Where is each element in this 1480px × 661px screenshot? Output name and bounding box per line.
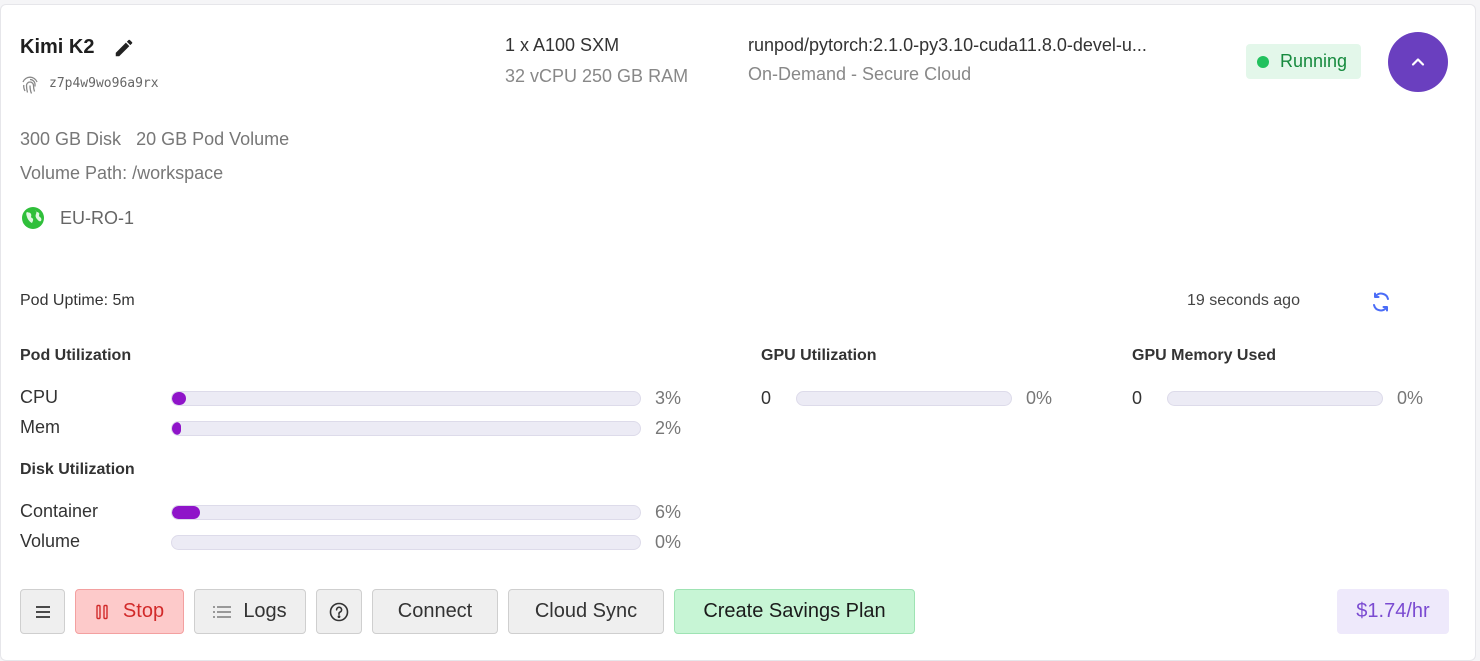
gpu-mem-percent: 0%: [1397, 388, 1424, 408]
help-icon: [329, 602, 349, 621]
pod-id[interactable]: z7p4w9wo96a9rx: [49, 76, 159, 91]
pod-uptime: Pod Uptime: 5m: [20, 292, 135, 309]
menu-icon: [35, 605, 50, 618]
status-label: Running: [1280, 51, 1348, 71]
volume-label: Volume: [20, 531, 81, 551]
gpu-util-label: 0: [761, 388, 772, 408]
cpu-label: CPU: [20, 387, 59, 407]
cloud-type: On-Demand - Secure Cloud: [748, 64, 972, 84]
region: EU-RO-1: [60, 208, 135, 228]
status-badge: Running: [1246, 44, 1361, 79]
mem-label: Mem: [20, 417, 60, 437]
disk-utilization-title: Disk Utilization: [20, 461, 135, 478]
disk-info: 300 GB Disk 20 GB Pod Volume: [20, 129, 289, 150]
mem-percent: 2%: [655, 418, 682, 438]
container-percent: 6%: [655, 502, 682, 522]
status-dot: [1257, 55, 1269, 68]
help-button[interactable]: [316, 589, 362, 634]
connect-button[interactable]: Connect: [372, 589, 498, 634]
gpu-mem-bar: [1167, 391, 1383, 406]
gpu-util-percent: 0%: [1026, 388, 1053, 408]
menu-button[interactable]: [20, 589, 65, 634]
cpu-bar: [171, 391, 641, 406]
container-label: Container: [20, 501, 99, 521]
cpu-ram-spec: 32 vCPU 250 GB RAM: [505, 66, 689, 86]
stop-button[interactable]: Stop: [75, 589, 184, 634]
mem-bar: [171, 421, 641, 436]
edit-icon[interactable]: [113, 37, 135, 59]
cloud-sync-button[interactable]: Cloud Sync: [508, 589, 664, 634]
pod-name: Kimi K2: [20, 36, 95, 58]
gpu-utilization-title: GPU Utilization: [761, 347, 877, 364]
globe-icon: [20, 205, 46, 231]
last-updated: 19 seconds ago: [1187, 292, 1300, 309]
pod-utilization-title: Pod Utilization: [20, 347, 132, 364]
hourly-price: $1.74/hr: [1337, 589, 1449, 634]
pause-icon: [96, 604, 108, 619]
pod-card: [0, 4, 1476, 661]
logs-button[interactable]: Logs: [194, 589, 306, 634]
cpu-percent: 3%: [655, 388, 682, 408]
stop-label: Stop: [122, 600, 165, 622]
volume-percent: 0%: [655, 532, 682, 552]
fingerprint-icon: [20, 75, 40, 95]
gpu-memory-title: GPU Memory Used: [1132, 347, 1277, 364]
gpu-util-bar: [796, 391, 1012, 406]
gpu-mem-label: 0: [1132, 388, 1143, 408]
chevron-up-icon: [1411, 58, 1425, 66]
gpu-spec: 1 x A100 SXM: [505, 35, 620, 55]
logs-label: Logs: [243, 600, 287, 622]
container-bar: [171, 505, 641, 520]
disk-size: 300 GB Disk: [20, 129, 122, 149]
create-savings-plan-button[interactable]: Create Savings Plan: [674, 589, 915, 634]
collapse-button[interactable]: [1388, 32, 1448, 92]
volume-path: Volume Path: /workspace: [20, 163, 224, 183]
volume-bar: [171, 535, 641, 550]
refresh-icon[interactable]: [1369, 290, 1393, 314]
pod-volume-size: 20 GB Pod Volume: [136, 129, 290, 149]
list-icon: [213, 605, 232, 618]
container-image: runpod/pytorch:2.1.0-py3.10-cuda11.8.0-d…: [748, 35, 1147, 55]
